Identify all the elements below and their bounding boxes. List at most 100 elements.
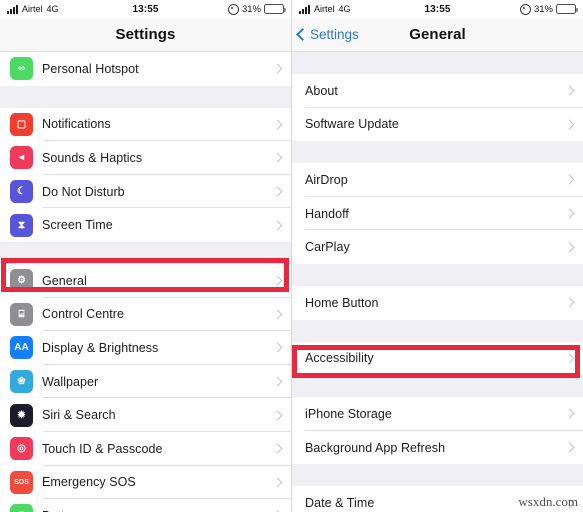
carrier-label: Airtel <box>22 4 43 14</box>
list-group-spacer <box>292 263 583 286</box>
list-item-accessibility[interactable]: Accessibility <box>292 341 583 376</box>
location-services-icon <box>519 3 531 15</box>
nav-bar-left: Settings <box>0 18 291 52</box>
list-item-label: Home Button <box>305 295 379 310</box>
chevron-right-icon <box>272 443 283 454</box>
touch-id-passcode-icon: ◎ <box>10 437 33 461</box>
back-button-settings[interactable]: Settings <box>292 27 359 42</box>
list-group: iPhone Storage Background App Refresh <box>292 397 583 465</box>
list-item-touch-id-passcode[interactable]: ◎ Touch ID & Passcode <box>0 431 291 466</box>
list-group-spacer <box>0 241 291 264</box>
watermark-label: wsxdn.com <box>518 494 578 509</box>
list-item-screen-time[interactable]: ⧗ Screen Time <box>0 208 291 242</box>
list-item-display-brightness[interactable]: AA Display & Brightness <box>0 331 291 365</box>
chevron-right-icon <box>564 409 575 419</box>
chevron-right-icon <box>564 442 575 453</box>
screen-time-icon: ⧗ <box>10 213 33 237</box>
network-type-label: 4G <box>46 4 59 14</box>
emergency-sos-icon: SOS <box>10 470 33 494</box>
general-gear-icon: ⚙ <box>10 269 33 293</box>
settings-list[interactable]: ∞ Personal Hotspot ▢ Notifications ◂ Sounds &… <box>0 52 291 512</box>
signal-bars-icon <box>299 4 310 14</box>
list-item-label: Date & Time <box>305 496 375 511</box>
control-centre-icon: ⌸ <box>10 302 33 326</box>
list-item-label: Screen Time <box>42 218 113 233</box>
list-item-emergency-sos[interactable]: SOS Emergency SOS <box>0 465 291 500</box>
list-group: ⚙ General ⌸ Control Centre AA Display & Brigh… <box>0 263 291 512</box>
list-item-label: Notifications <box>42 117 111 132</box>
list-item-notifications[interactable]: ▢ Notifications <box>0 107 291 142</box>
status-bar-right-group: 31% <box>227 3 286 15</box>
display-brightness-icon: AA <box>10 336 33 360</box>
list-item-label: Software Update <box>305 117 399 132</box>
signal-bars-icon <box>7 4 18 14</box>
list-item-personal-hotspot[interactable]: ∞ Personal Hotspot <box>0 52 291 86</box>
list-item-label: iPhone Storage <box>305 406 392 421</box>
list-group-spacer <box>292 464 583 487</box>
list-item-do-not-disturb[interactable]: ☾ Do Not Disturb <box>0 174 291 209</box>
list-item-home-button[interactable]: Home Button <box>292 285 583 320</box>
list-item-label: Handoff <box>305 206 349 221</box>
wallpaper-icon: ❀ <box>10 370 33 394</box>
carrier-label: Airtel <box>314 4 335 14</box>
list-item-siri-search[interactable]: ✹ Siri & Search <box>0 398 291 432</box>
status-bar-right-group-2: 31% <box>519 3 578 15</box>
status-bar-left: Airtel 4G 13:55 31% <box>0 0 291 18</box>
list-item-label: AirDrop <box>305 172 348 187</box>
personal-hotspot-icon: ∞ <box>10 57 33 81</box>
list-item-airdrop[interactable]: AirDrop <box>292 163 583 197</box>
chevron-right-icon <box>564 353 575 364</box>
list-item-control-centre[interactable]: ⌸ Control Centre <box>0 297 291 332</box>
status-bar-right: Airtel 4G 13:55 31% <box>292 0 583 18</box>
list-group: Home Button <box>292 285 583 320</box>
chevron-right-icon <box>564 175 575 185</box>
chevron-right-icon <box>272 477 283 488</box>
nav-bar-right: Settings General <box>292 18 583 52</box>
general-list[interactable]: About Software Update AirDrop Handoff CarPla… <box>292 52 583 512</box>
list-group-spacer <box>292 141 583 164</box>
list-group-spacer <box>292 52 583 74</box>
chevron-right-icon <box>272 63 283 74</box>
chevron-right-icon <box>272 275 283 286</box>
list-group-spacer <box>292 319 583 342</box>
list-item-carplay[interactable]: CarPlay <box>292 230 583 264</box>
list-item-battery[interactable]: ▮Battery <box>0 499 291 512</box>
do-not-disturb-icon: ☾ <box>10 180 33 204</box>
battery-percent-label: 31% <box>241 3 261 15</box>
list-item-handoff[interactable]: Handoff <box>292 196 583 231</box>
siri-search-icon: ✹ <box>10 403 33 427</box>
chevron-right-icon <box>564 208 575 219</box>
list-item-software-update[interactable]: Software Update <box>292 107 583 142</box>
chevron-right-icon <box>564 297 575 308</box>
chevron-right-icon <box>272 186 283 197</box>
status-bar-left-group-2: Airtel 4G <box>299 4 351 14</box>
list-item-label: Sounds & Haptics <box>42 150 143 165</box>
battery-icon <box>556 4 578 14</box>
list-item-label: Control Centre <box>42 307 124 322</box>
list-item-label: Accessibility <box>305 351 374 366</box>
chevron-right-icon <box>564 119 575 130</box>
list-item-about[interactable]: About <box>292 74 583 108</box>
status-bar-left-group: Airtel 4G <box>7 4 59 14</box>
list-item-label: Siri & Search <box>42 408 116 423</box>
back-button-label: Settings <box>310 27 359 42</box>
battery-settings-icon: ▮ <box>10 504 33 512</box>
battery-percent-label: 31% <box>533 3 553 15</box>
list-item-background-app-refresh[interactable]: Background App Refresh <box>292 430 583 465</box>
list-group: ∞ Personal Hotspot <box>0 52 291 86</box>
chevron-right-icon <box>564 242 575 253</box>
list-item-iphone-storage[interactable]: iPhone Storage <box>292 397 583 431</box>
chevron-right-icon <box>564 85 575 96</box>
list-item-label: Do Not Disturb <box>42 184 125 199</box>
chevron-right-icon <box>272 220 283 231</box>
list-item-sounds-haptics[interactable]: ◂ Sounds & Haptics <box>0 141 291 175</box>
list-item-label: Display & Brightness <box>42 340 159 355</box>
chevron-right-icon <box>272 376 283 387</box>
list-group-spacer <box>292 375 583 398</box>
list-item-label: Background App Refresh <box>305 440 446 455</box>
chevron-left-icon <box>296 28 309 41</box>
battery-icon <box>264 4 286 14</box>
list-item-general[interactable]: ⚙ General <box>0 263 291 298</box>
list-item-wallpaper[interactable]: ❀ Wallpaper <box>0 364 291 399</box>
page-title-settings: Settings <box>115 26 176 43</box>
